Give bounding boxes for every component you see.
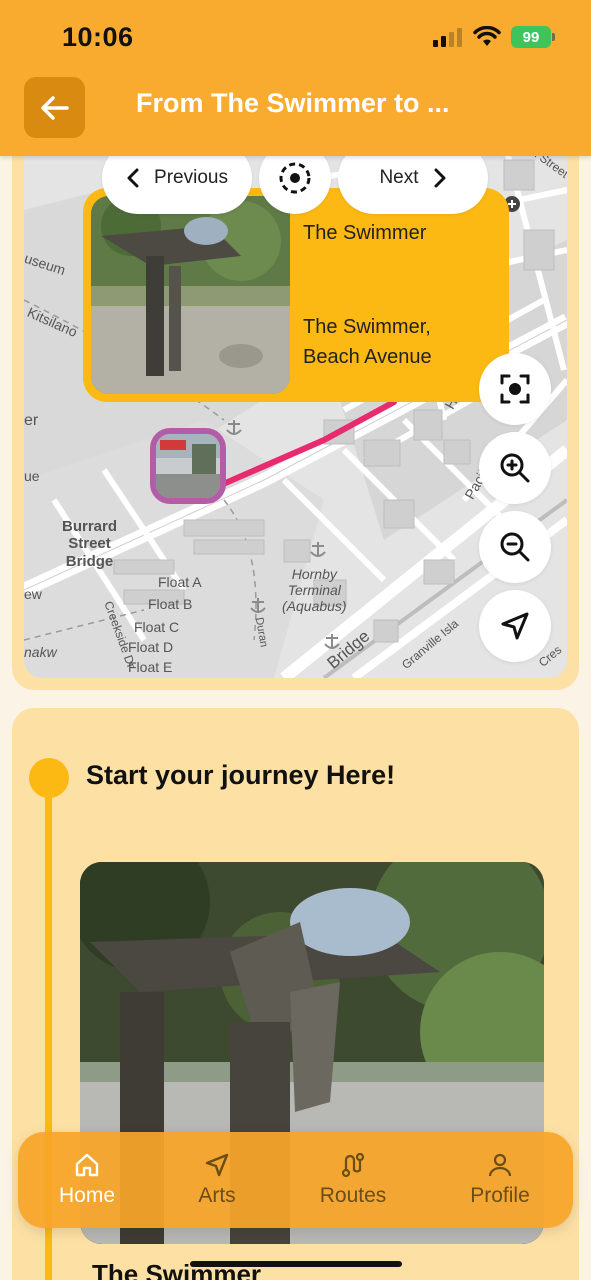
map-label-float-a: Float A [158, 574, 202, 590]
bottom-nav: Home Arts Routes Profile [18, 1132, 573, 1228]
navigation-icon [205, 1153, 229, 1177]
home-indicator [190, 1261, 402, 1267]
chevron-left-icon [127, 168, 139, 188]
nav-item-home[interactable]: Home [42, 1132, 132, 1228]
nav-item-profile[interactable]: Profile [455, 1132, 545, 1228]
battery-indicator: 99 [511, 26, 555, 48]
status-icons: 99 [433, 26, 555, 48]
focus-frame-icon [500, 374, 530, 404]
map-label-nakw: nakw [24, 644, 57, 660]
map-label-burrard: Burrard Street Bridge [62, 518, 118, 570]
marker-image [156, 434, 220, 498]
sculpture-image [91, 196, 290, 394]
chevron-right-icon [434, 168, 446, 188]
artwork-thumbnail [91, 196, 290, 394]
home-icon [75, 1153, 99, 1177]
app-header: 10:06 99 From The Swimmer to ... [0, 0, 591, 156]
popup-title: The Swimmer [303, 222, 427, 244]
back-button[interactable] [24, 77, 85, 138]
map-label-float-d: Float D [128, 639, 174, 655]
page-title: From The Swimmer to ... [136, 88, 450, 118]
map-label-float-c: Float C [134, 619, 180, 635]
marker-thumbnail [156, 434, 220, 498]
status-time: 10:06 [62, 22, 134, 52]
journey-heading: Start your journey Here! [86, 760, 396, 790]
focus-button[interactable] [479, 353, 551, 425]
map-label-er: er [24, 412, 39, 429]
nav-item-routes[interactable]: Routes [308, 1132, 398, 1228]
map-label-hornby: Hornby Terminal (Aquabus) [282, 566, 347, 615]
nav-label-arts: Arts [198, 1184, 236, 1207]
popup-subtitle: The Swimmer, Beach Avenue [303, 316, 432, 368]
map-label-float-b: Float B [148, 596, 193, 612]
nav-label-routes: Routes [319, 1184, 387, 1207]
zoom-out-icon [500, 532, 530, 562]
signal-icon [433, 28, 462, 47]
zoom-out-button[interactable] [479, 511, 551, 583]
map-label-ew: ew [24, 586, 42, 602]
battery-level: 99 [522, 28, 540, 46]
zoom-in-icon [500, 453, 530, 483]
artwork-popup[interactable]: The Swimmer The Swimmer, Beach Avenue [83, 188, 509, 402]
zoom-in-button[interactable] [479, 432, 551, 504]
next-label: Next [379, 167, 419, 188]
nav-label-profile: Profile [470, 1184, 530, 1207]
map-marker[interactable] [150, 428, 226, 504]
route-icon [341, 1152, 365, 1178]
previous-label: Previous [154, 167, 228, 188]
arrow-left-icon [40, 95, 69, 120]
navigation-arrow-icon [501, 612, 529, 640]
timeline-dot [29, 758, 69, 798]
nav-item-arts[interactable]: Arts [172, 1132, 262, 1228]
target-dashed-icon [279, 162, 311, 194]
wifi-icon [473, 26, 501, 46]
locate-button[interactable] [479, 590, 551, 662]
nav-label-home: Home [58, 1184, 116, 1207]
map-label-ue: ue [24, 468, 40, 484]
user-icon [488, 1153, 512, 1177]
